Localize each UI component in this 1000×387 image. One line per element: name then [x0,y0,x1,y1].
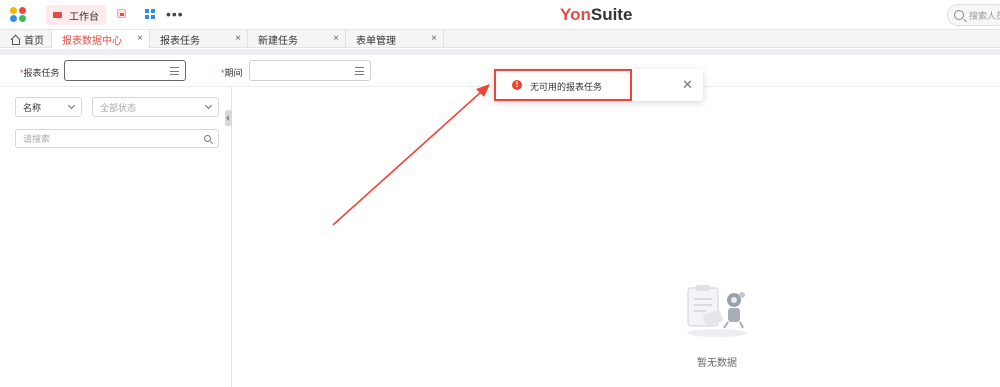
tab-close-icon[interactable]: × [235,33,241,44]
empty-data-illustration [687,285,747,337]
search-icon[interactable] [204,135,211,142]
toast-message: 无可用的报表任务 [530,82,603,92]
global-search-input[interactable]: 搜索人员 [947,4,1000,26]
left-search-placeholder: 请搜索 [23,134,51,144]
list-icon[interactable] [355,67,364,75]
collapse-panel-handle[interactable] [225,110,232,126]
list-icon[interactable] [170,67,179,75]
tab-label: 报表数据中心 [62,35,122,47]
tab-label: 表单管理 [356,35,396,47]
name-select-value: 名称 [23,102,42,113]
left-panel: 名称 全部状态 请搜索 [0,87,232,387]
more-icon[interactable]: ••• [166,6,184,22]
tab-label: 新建任务 [258,35,298,47]
search-icon [954,10,964,20]
chevron-down-icon [204,101,213,110]
tab-bar: 首页 报表数据中心 × 报表任务 × 新建任务 × 表单管理 × [0,30,1000,48]
tab-label: 首页 [24,35,44,47]
brand-logo: YonSuite [560,5,632,25]
tab-report-data-center[interactable]: 报表数据中心 × [52,30,150,48]
workbench-label: 工作台 [69,11,99,23]
tab-label: 报表任务 [160,35,200,47]
period-field[interactable] [249,60,371,81]
brand-prefix: Yon [560,5,591,24]
report-app-icon[interactable] [117,9,126,18]
period-label-text: 期间 [224,68,243,78]
chevron-down-icon [67,101,76,110]
tab-new-task[interactable]: 新建任务 × [248,30,346,48]
global-search-placeholder: 搜索人员 [969,10,1000,21]
report-task-label-text: 报表任务 [23,68,60,78]
workbench-icon [53,12,62,18]
error-icon: ! [512,80,522,90]
top-bar: 工作台 ••• YonSuite 搜索人员 [0,0,1000,30]
brand-suffix: Suite [590,5,633,24]
report-task-label: *报表任务 [20,66,60,79]
app-root: 工作台 ••• YonSuite 搜索人员 首页 报表数据中心 × 报表任务 ×… [0,0,1000,387]
home-icon [10,35,20,45]
report-task-field[interactable] [64,60,186,81]
left-search-input[interactable]: 请搜索 [15,129,219,148]
period-label: *期间 [221,66,243,79]
app-logo-icon[interactable] [10,7,28,23]
tab-close-icon[interactable]: × [431,33,437,44]
tab-home[interactable]: 首页 [0,30,52,48]
error-toast: ! 无可用的报表任务 ✕ [494,69,703,101]
tab-close-icon[interactable]: × [333,33,339,44]
name-select[interactable]: 名称 [15,97,82,117]
tab-close-icon[interactable]: × [137,33,143,44]
tab-report-task[interactable]: 报表任务 × [150,30,248,48]
apps-grid-icon[interactable] [145,9,155,19]
status-select-placeholder: 全部状态 [100,102,137,113]
close-icon[interactable]: ✕ [682,77,693,93]
status-select[interactable]: 全部状态 [92,97,219,117]
tab-form-management[interactable]: 表单管理 × [346,30,444,48]
workbench-button[interactable]: 工作台 [46,5,106,25]
empty-state-text: 暂无数据 [697,358,737,369]
